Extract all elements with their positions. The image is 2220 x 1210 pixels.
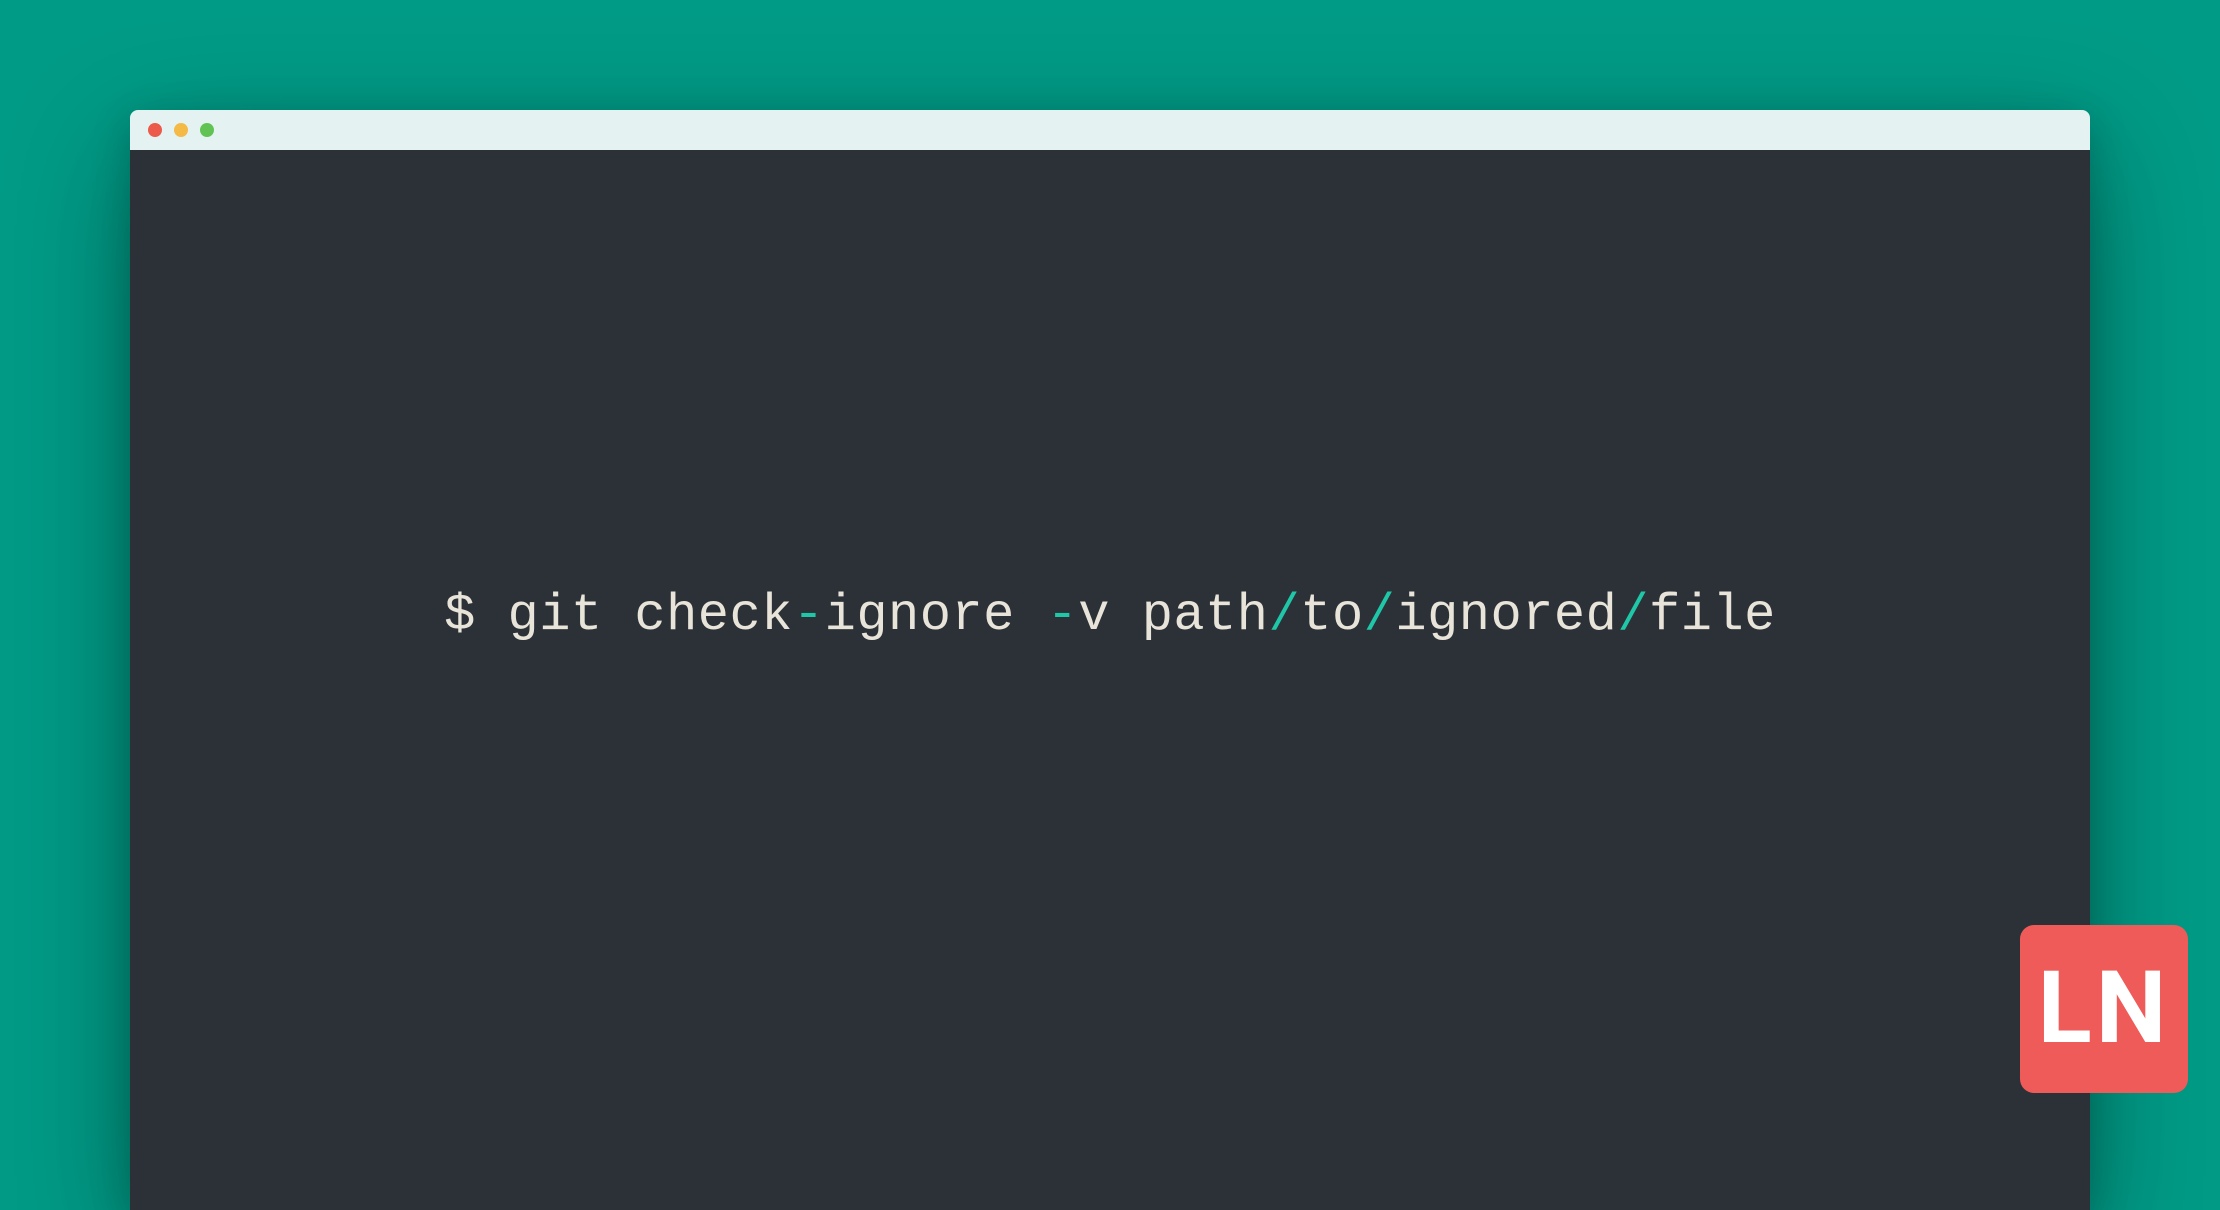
command-segment: ignore <box>825 586 1047 645</box>
command-segment: / <box>1617 586 1649 645</box>
logo-text: LN <box>2038 959 2171 1059</box>
terminal-window: $ git check-ignore -v path/to/ignored/fi… <box>130 110 2090 1210</box>
titlebar <box>130 110 2090 150</box>
command-segment: file <box>1649 586 1776 645</box>
command-segment: to <box>1300 586 1363 645</box>
command-segment: - <box>1047 586 1079 645</box>
terminal-body[interactable]: $ git check-ignore -v path/to/ignored/fi… <box>130 150 2090 1210</box>
command-segment: ignored <box>1395 586 1617 645</box>
minimize-icon[interactable] <box>174 123 188 137</box>
zoom-icon[interactable] <box>200 123 214 137</box>
command-segment: / <box>1364 586 1396 645</box>
close-icon[interactable] <box>148 123 162 137</box>
command-segment: - <box>793 586 825 645</box>
command-line: $ git check-ignore -v path/to/ignored/fi… <box>444 586 1776 645</box>
command-segment: v path <box>1078 586 1268 645</box>
command-segment: $ git check <box>444 586 793 645</box>
logo-badge: LN <box>2020 925 2188 1093</box>
command-segment: / <box>1269 586 1301 645</box>
